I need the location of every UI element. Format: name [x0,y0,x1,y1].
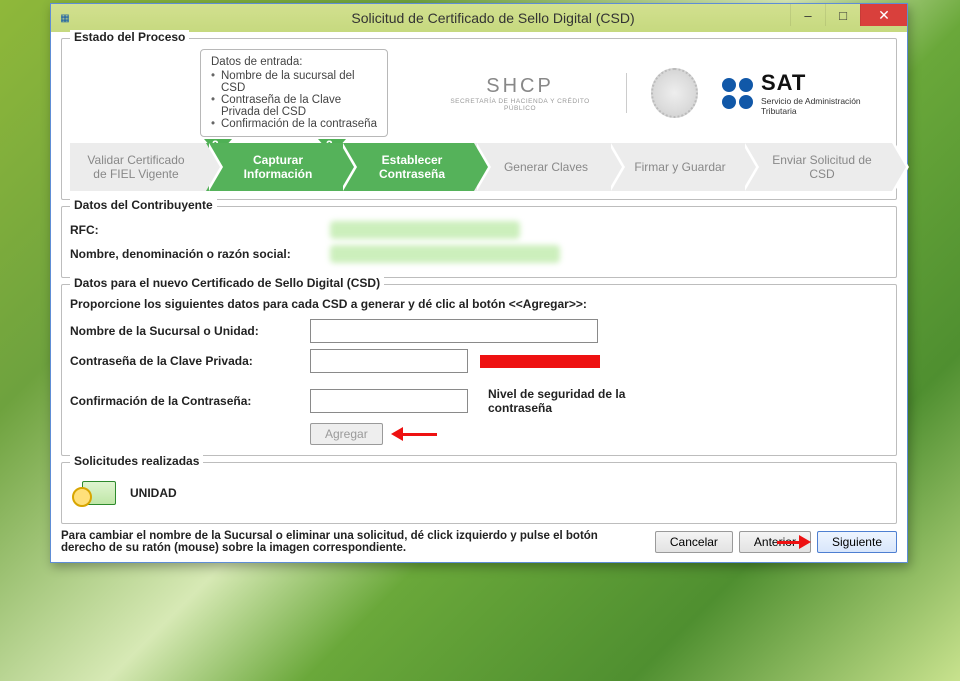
requests-legend: Solicitudes realizadas [70,454,203,468]
annotation-arrow-next [777,535,811,549]
confirm-input[interactable] [310,389,468,413]
maximize-button[interactable]: □ [825,4,860,26]
csd-legend: Datos para el nuevo Certificado de Sello… [70,276,384,290]
mexico-seal-icon [651,68,698,118]
client-area: Estado del Proceso Datos de entrada: Nom… [51,32,907,562]
wizard-steps: Validar Certificado de FIEL Vigente Capt… [70,143,888,191]
annotation-arrow-add [391,427,437,441]
minimize-button[interactable]: – [790,4,825,26]
step-firmar: Firmar y Guardar [608,143,742,191]
process-group: Estado del Proceso Datos de entrada: Nom… [61,38,897,200]
step-enviar: Enviar Solicitud de CSD [742,143,892,191]
shcp-text: SHCP [438,75,601,98]
logo-divider [626,73,627,113]
request-item-name[interactable]: UNIDAD [130,486,177,500]
tooltip-item: Nombre de la sucursal del CSD [211,70,377,94]
close-button[interactable]: ✕ [860,4,907,26]
name-value [330,245,560,263]
sat-sub: Servicio de Administración Tributaria [761,96,888,116]
app-icon: ▦ [57,10,73,26]
branch-label: Nombre de la Sucursal o Unidad: [70,324,310,338]
branch-input[interactable] [310,319,598,343]
step-validar: Validar Certificado de FIEL Vigente [70,143,206,191]
contrib-legend: Datos del Contribuyente [70,198,217,212]
rfc-label: RFC: [70,223,330,237]
strength-bar [480,355,600,368]
window-controls: – □ ✕ [790,4,907,26]
footer: Para cambiar el nombre de la Sucursal o … [61,530,897,554]
cancel-button[interactable]: Cancelar [655,531,733,553]
step-capturar: Capturar Información [206,143,340,191]
footer-note: Para cambiar el nombre de la Sucursal o … [61,530,645,554]
password-label: Contraseña de la Clave Privada: [70,354,310,368]
step-establecer: Establecer Contraseña [340,143,474,191]
csd-instruction: Proporcione los siguientes datos para ca… [70,297,888,311]
process-legend: Estado del Proceso [70,30,189,44]
footer-buttons: Cancelar Anterior Siguiente [655,531,897,553]
tooltip-item: Contraseña de la Clave Privada del CSD [211,94,377,118]
shcp-logo: SHCP SECRETARÍA DE HACIENDA Y CRÉDITO PÚ… [438,75,601,112]
app-window: ▦ Solicitud de Certificado de Sello Digi… [50,3,908,563]
csd-group: Datos para el nuevo Certificado de Sello… [61,284,897,456]
rfc-value [330,221,520,239]
sat-text: SAT [761,70,888,96]
request-item-icon[interactable] [72,477,116,509]
requests-group: Solicitudes realizadas UNIDAD [61,462,897,524]
shcp-sub: SECRETARÍA DE HACIENDA Y CRÉDITO PÚBLICO [438,98,601,112]
password-input[interactable] [310,349,468,373]
logos: SHCP SECRETARÍA DE HACIENDA Y CRÉDITO PÚ… [438,68,888,118]
next-button[interactable]: Siguiente [817,531,897,553]
add-button[interactable]: Agregar [310,423,383,445]
contrib-group: Datos del Contribuyente RFC: Nombre, den… [61,206,897,278]
input-tooltip: Datos de entrada: Nombre de la sucursal … [200,49,388,137]
confirm-label: Confirmación de la Contraseña: [70,394,310,408]
sat-dots-icon [722,78,753,109]
sat-logo: SAT Servicio de Administración Tributari… [722,70,888,116]
tooltip-item: Confirmación de la contraseña [211,118,377,130]
tooltip-title: Datos de entrada: [211,56,377,68]
strength-label: Nivel de seguridad de la contraseña [488,387,678,415]
name-label: Nombre, denominación o razón social: [70,247,330,261]
window-title: Solicitud de Certificado de Sello Digita… [79,10,907,26]
process-header-row: Datos de entrada: Nombre de la sucursal … [70,49,888,137]
step-generar: Generar Claves [474,143,608,191]
titlebar[interactable]: ▦ Solicitud de Certificado de Sello Digi… [51,4,907,32]
